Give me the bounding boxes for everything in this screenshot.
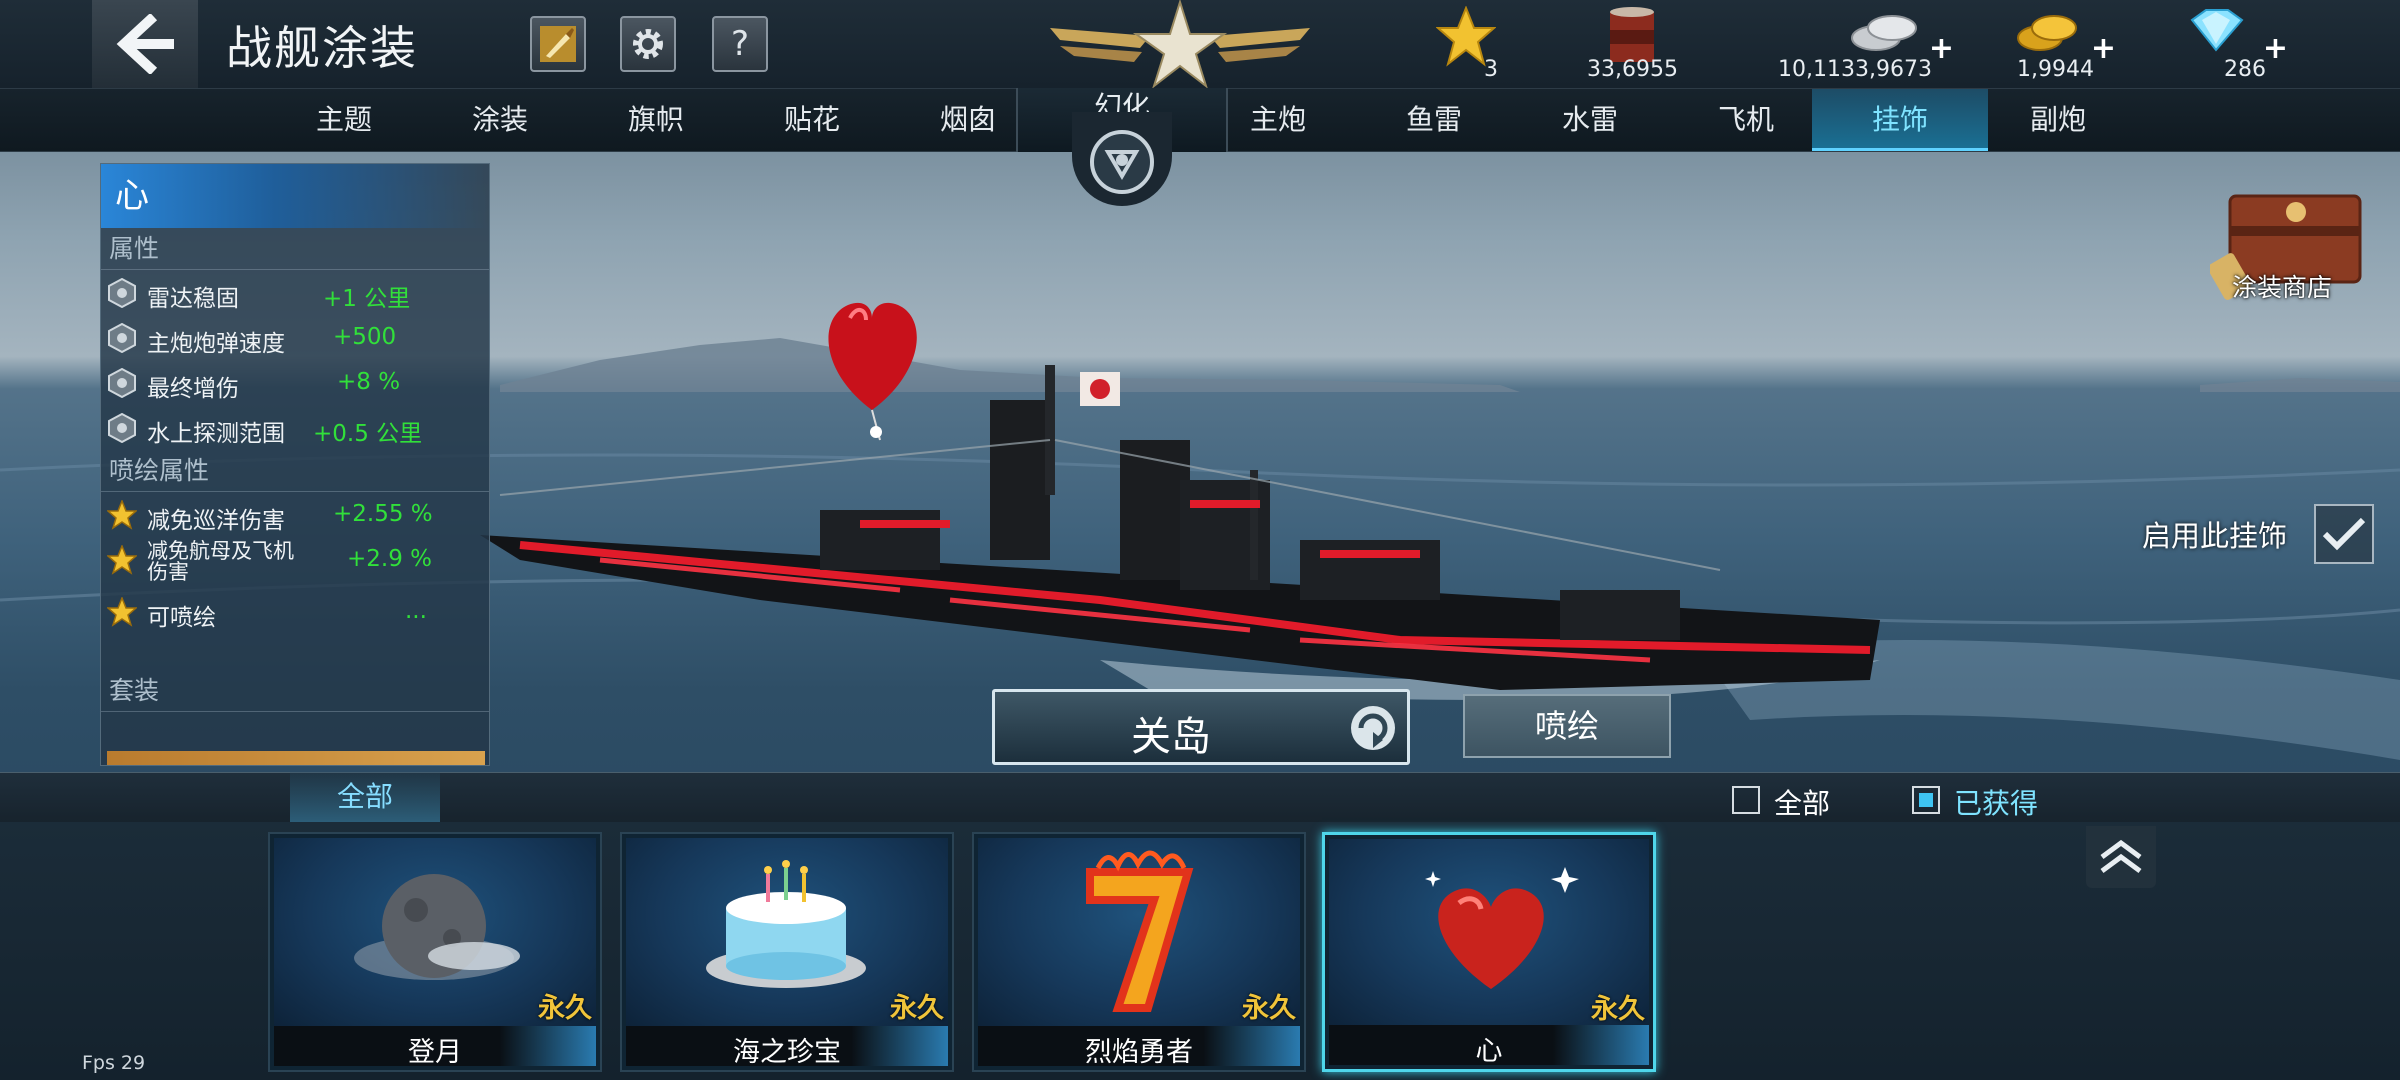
add-diamond-button[interactable]: + bbox=[2263, 31, 2288, 66]
fps-counter: Fps 29 bbox=[82, 1052, 146, 1074]
silver-resource: 10,1133,9673 + bbox=[1760, 6, 1954, 86]
paint-shop-label: 涂装商店 bbox=[2232, 273, 2333, 302]
attribute-row: 最终增伤 +8 % bbox=[101, 360, 489, 405]
attribute-row: 主炮炮弹速度 +500 bbox=[101, 315, 489, 360]
brush-button[interactable] bbox=[530, 16, 586, 72]
checkbox-box-checked bbox=[1912, 786, 1940, 814]
properties-section-title: 属性 bbox=[101, 228, 489, 270]
add-silver-button[interactable]: + bbox=[1929, 31, 1954, 66]
item-name-bar: 海之珍宝 bbox=[626, 1026, 948, 1068]
gold-coins-icon bbox=[2017, 15, 2077, 51]
diamond-icon bbox=[2190, 9, 2244, 52]
tab-mine[interactable]: 水雷 bbox=[1512, 89, 1668, 151]
tab-flag[interactable]: 旗帜 bbox=[578, 89, 734, 151]
tab-secondary-gun[interactable]: 副炮 bbox=[1980, 89, 2136, 151]
item-name-bar: 心 bbox=[1329, 1025, 1649, 1067]
diamond-resource: 286 + bbox=[2180, 6, 2288, 86]
page-title: 战舰涂装 bbox=[226, 21, 418, 75]
permanent-tag: 永久 bbox=[538, 993, 592, 1024]
gold-resource: 1,9944 + bbox=[2008, 6, 2116, 86]
attribute-row: 雷达稳固 +1 公里 bbox=[101, 270, 489, 315]
ship-name: 关岛 bbox=[1131, 714, 1211, 760]
transform-icon[interactable] bbox=[1072, 112, 1172, 206]
paint-attribute-row: 减免航母及飞机伤害 +2.9 % bbox=[101, 537, 489, 589]
attribute-row: 水上探测范围 +0.5 公里 bbox=[101, 405, 489, 450]
silver-coins-icon bbox=[1851, 15, 1917, 51]
permanent-tag: 永久 bbox=[890, 993, 944, 1024]
accessory-name: 心 bbox=[101, 164, 489, 228]
hex-bolt-icon bbox=[108, 323, 136, 353]
tab-decal[interactable]: 贴花 bbox=[734, 89, 890, 151]
help-button[interactable]: ? bbox=[712, 16, 768, 72]
star-icon bbox=[107, 545, 137, 575]
permanent-tag: 永久 bbox=[1591, 994, 1645, 1025]
item-card-heart[interactable]: 永久 心 bbox=[1322, 832, 1656, 1072]
tab-accessory[interactable]: 挂饰 bbox=[1812, 89, 1988, 151]
star-icon bbox=[107, 597, 137, 627]
rank-emblem-icon bbox=[1050, 0, 1310, 88]
paint-attribute-row: 可喷绘 ... bbox=[101, 589, 489, 634]
check-icon bbox=[2322, 517, 2366, 551]
checkbox-box bbox=[1732, 786, 1760, 814]
refresh-icon[interactable] bbox=[1347, 702, 1399, 754]
tab-paint[interactable]: 涂装 bbox=[422, 89, 578, 151]
tab-torpedo[interactable]: 鱼雷 bbox=[1356, 89, 1512, 151]
gear-icon bbox=[633, 29, 663, 59]
hex-bolt-icon bbox=[108, 278, 136, 308]
hex-bolt-icon bbox=[108, 413, 136, 443]
double-chevron-up-icon bbox=[2100, 839, 2142, 874]
item-name: 海之珍宝 bbox=[733, 1037, 841, 1068]
hex-bolt-icon bbox=[108, 368, 136, 398]
set-info-bar bbox=[107, 751, 485, 765]
top-bar: 战舰涂装 ? 3 33,6955 10,1133,9673 + 1,9944 +… bbox=[0, 0, 2400, 88]
paint-resource: 33,6955 bbox=[1578, 6, 1678, 86]
item-name: 心 bbox=[1475, 1036, 1503, 1067]
paint-button[interactable]: 喷绘 bbox=[1463, 694, 1671, 758]
stars-resource: 3 bbox=[1435, 5, 1498, 86]
back-arrow-icon bbox=[116, 14, 174, 74]
permanent-tag: 永久 bbox=[1242, 993, 1296, 1024]
item-name-bar: 烈焰勇者 bbox=[978, 1026, 1300, 1068]
tab-theme[interactable]: 主题 bbox=[266, 89, 422, 151]
item-card-moon-landing[interactable]: 永久 登月 bbox=[268, 832, 602, 1072]
battleship bbox=[480, 365, 1880, 690]
item-name-bar: 登月 bbox=[274, 1026, 596, 1068]
item-card-flame-hero[interactable]: 永久 烈焰勇者 bbox=[972, 832, 1306, 1072]
paint-attribute-row: 减免巡洋伤害 +2.55 % bbox=[101, 492, 489, 537]
collapse-button[interactable] bbox=[2086, 826, 2156, 888]
ship-selector[interactable]: 关岛 bbox=[992, 689, 1410, 765]
heart-balloon bbox=[828, 302, 917, 441]
tab-aircraft[interactable]: 飞机 bbox=[1668, 89, 1824, 151]
back-button[interactable] bbox=[92, 0, 198, 88]
use-accessory-label: 启用此挂饰 bbox=[2142, 519, 2288, 553]
add-gold-button[interactable]: + bbox=[2091, 31, 2116, 66]
settings-button[interactable] bbox=[620, 16, 676, 72]
paint-properties-section-title: 喷绘属性 bbox=[101, 450, 489, 492]
item-card-sea-treasure[interactable]: 永久 海之珍宝 bbox=[620, 832, 954, 1072]
set-section-title: 套装 bbox=[101, 670, 489, 712]
star-icon bbox=[107, 500, 137, 530]
category-all-tab[interactable]: 全部 bbox=[290, 772, 440, 822]
item-name: 烈焰勇者 bbox=[1085, 1037, 1193, 1068]
brush-icon bbox=[540, 26, 576, 62]
item-name: 登月 bbox=[408, 1037, 462, 1068]
attribute-panel: 心 属性 雷达稳固 +1 公里 主炮炮弹速度 +500 最终增伤 +8 % 水上… bbox=[100, 163, 490, 766]
use-accessory-checkbox[interactable] bbox=[2314, 504, 2374, 564]
